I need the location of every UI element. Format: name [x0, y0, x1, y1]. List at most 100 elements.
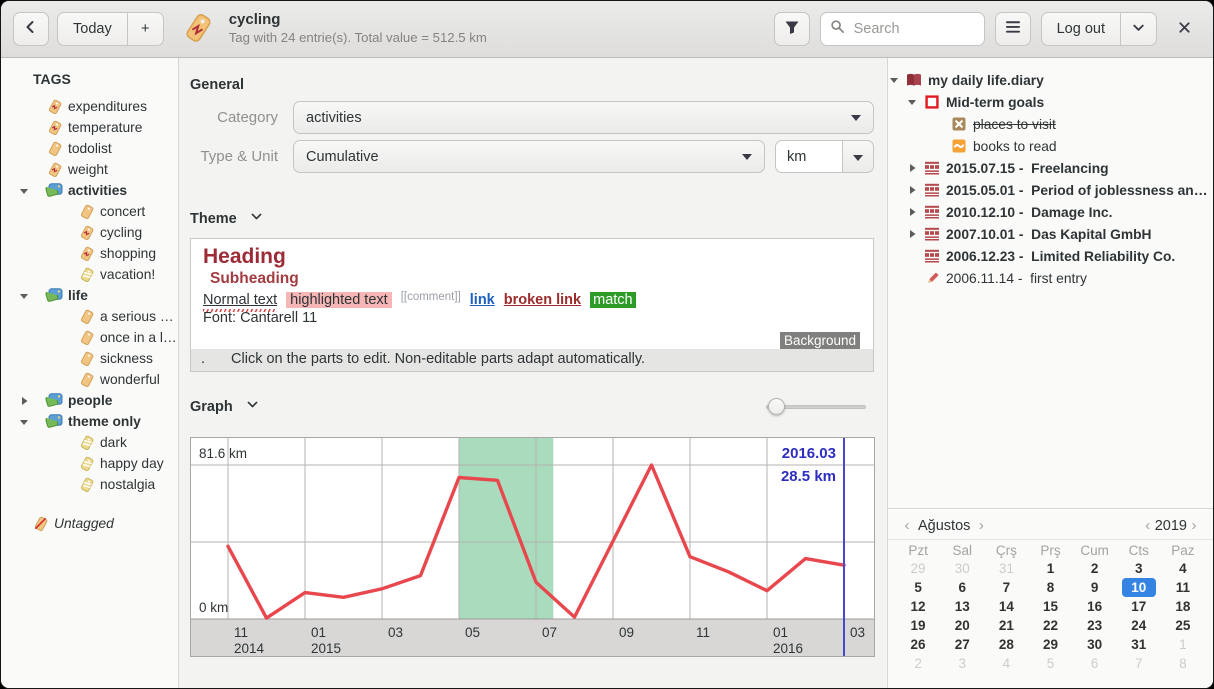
calendar-day-1[interactable]: 1 — [1028, 559, 1072, 578]
sidebar-item-expenditures[interactable]: expenditures — [1, 96, 178, 117]
expander-closed-icon[interactable] — [907, 229, 917, 239]
calendar-day-4[interactable]: 4 — [1161, 559, 1205, 578]
calendar-day-22[interactable]: 22 — [1028, 616, 1072, 635]
tree-item-places-to-visit[interactable]: places to visit — [888, 113, 1213, 135]
prev-year-button[interactable]: ‹ — [1141, 517, 1155, 534]
expander-closed-icon[interactable] — [907, 207, 917, 217]
expander-open-icon[interactable] — [19, 186, 29, 196]
preview-background-chip[interactable]: Background — [780, 332, 860, 349]
sidebar-item-cycling[interactable]: cycling — [1, 222, 178, 243]
logout-menu-button[interactable] — [1121, 12, 1157, 46]
calendar-day-26[interactable]: 26 — [896, 635, 940, 654]
calendar-day-15[interactable]: 15 — [1028, 597, 1072, 616]
sidebar-item-weight[interactable]: weight — [1, 159, 178, 180]
sidebar-item-temperature[interactable]: temperature — [1, 117, 178, 138]
calendar-day-5-muted[interactable]: 5 — [1028, 654, 1072, 673]
expander-closed-icon[interactable] — [907, 163, 917, 173]
tree-item-mid-term-goals[interactable]: Mid-term goals — [888, 91, 1213, 113]
sidebar-item-vacation[interactable]: vacation! — [1, 264, 178, 285]
sidebar-item-untagged[interactable]: Untagged — [1, 513, 178, 534]
tree-item-2010-12-10-damage-inc[interactable]: 2010.12.10 - Damage Inc. — [888, 201, 1213, 223]
theme-preview[interactable]: Heading Subheading Normal text highlight… — [190, 238, 874, 372]
sidebar-item-dark[interactable]: dark — [1, 432, 178, 453]
calendar-day-12[interactable]: 12 — [896, 597, 940, 616]
tree-item-2015-05-01-period-of-joblessness-and-joy[interactable]: 2015.05.01 - Period of joblessness and j… — [888, 179, 1213, 201]
calendar-day-25[interactable]: 25 — [1161, 616, 1205, 635]
preview-highlighted-text[interactable]: highlighted text — [286, 292, 392, 308]
calendar-day-16[interactable]: 16 — [1073, 597, 1117, 616]
menu-button[interactable] — [995, 12, 1031, 46]
next-year-button[interactable]: › — [1187, 517, 1201, 534]
filter-button[interactable] — [774, 12, 810, 46]
unit-dropdown-button[interactable] — [843, 140, 874, 173]
calendar-day-5[interactable]: 5 — [896, 578, 940, 597]
sidebar-item-activities[interactable]: activities — [1, 180, 178, 201]
expander-closed-icon[interactable] — [907, 185, 917, 195]
calendar-day-31[interactable]: 31 — [1117, 635, 1161, 654]
sidebar-item-a-serious-acco[interactable]: a serious acco… — [1, 306, 178, 327]
calendar-day-8[interactable]: 8 — [1028, 578, 1072, 597]
tree-item-2006-11-14-first-entry[interactable]: 2006.11.14 - first entry — [888, 267, 1213, 289]
logout-button[interactable]: Log out — [1041, 12, 1121, 46]
preview-comment[interactable]: [[comment]] — [401, 291, 461, 303]
sidebar-item-shopping[interactable]: shopping — [1, 243, 178, 264]
new-entry-button[interactable]: + — [128, 12, 164, 46]
calendar-day-6-muted[interactable]: 6 — [1073, 654, 1117, 673]
calendar-day-29-muted[interactable]: 29 — [896, 559, 940, 578]
expander-open-icon[interactable] — [19, 417, 29, 427]
sidebar-item-once-in-a-lifeti[interactable]: once in a lifeti… — [1, 327, 178, 348]
graph-zoom-slider[interactable] — [766, 398, 866, 415]
sidebar-item-happy-day[interactable]: happy day — [1, 453, 178, 474]
calendar-day-21[interactable]: 21 — [984, 616, 1028, 635]
expander-open-icon[interactable] — [907, 97, 917, 107]
calendar-day-17[interactable]: 17 — [1117, 597, 1161, 616]
calendar-day-3-muted[interactable]: 3 — [940, 654, 984, 673]
close-window-button[interactable] — [1167, 12, 1201, 46]
tree-item-books-to-read[interactable]: books to read — [888, 135, 1213, 157]
calendar-day-1-muted[interactable]: 1 — [1161, 635, 1205, 654]
calendar-day-24[interactable]: 24 — [1117, 616, 1161, 635]
preview-normal-text[interactable]: Normal text — [203, 292, 277, 308]
expander-open-icon[interactable] — [889, 75, 899, 85]
sidebar-item-concert[interactable]: concert — [1, 201, 178, 222]
calendar-day-23[interactable]: 23 — [1073, 616, 1117, 635]
chevron-down-icon[interactable] — [250, 210, 263, 227]
graph-section-title-wrap[interactable]: Graph — [190, 398, 259, 415]
calendar-day-10[interactable]: 10 — [1122, 578, 1156, 597]
sidebar-item-wonderful[interactable]: wonderful — [1, 369, 178, 390]
tree-item-my-daily-life-diary[interactable]: my daily life.diary — [888, 69, 1213, 91]
calendar-day-29[interactable]: 29 — [1028, 635, 1072, 654]
sidebar-item-todolist[interactable]: todolist — [1, 138, 178, 159]
category-select[interactable]: activities — [293, 101, 874, 134]
tree-item-2006-12-23-limited-reliability-co[interactable]: 2006.12.23 - Limited Reliability Co. — [888, 245, 1213, 267]
preview-font-line[interactable]: Font: Cantarell 11 — [203, 310, 861, 326]
calendar-day-31-muted[interactable]: 31 — [984, 559, 1028, 578]
back-button[interactable] — [13, 12, 49, 46]
tree-item-2015-07-15-freelancing[interactable]: 2015.07.15 - Freelancing — [888, 157, 1213, 179]
calendar-day-20[interactable]: 20 — [940, 616, 984, 635]
calendar-day-11[interactable]: 11 — [1161, 578, 1205, 597]
calendar-day-7[interactable]: 7 — [984, 578, 1028, 597]
sidebar-item-people[interactable]: people — [1, 390, 178, 411]
entry-values-chart[interactable]: 2016.0328.5 km0 km81.6 km112014012015030… — [190, 437, 874, 657]
calendar-day-27[interactable]: 27 — [940, 635, 984, 654]
preview-subheading[interactable]: Subheading — [210, 270, 861, 289]
calendar-day-6[interactable]: 6 — [940, 578, 984, 597]
calendar-day-2[interactable]: 2 — [1073, 559, 1117, 578]
preview-match[interactable]: match — [590, 292, 636, 308]
unit-entry[interactable]: km — [775, 140, 843, 173]
calendar-day-30[interactable]: 30 — [1073, 635, 1117, 654]
slider-handle[interactable] — [768, 398, 785, 415]
search-input[interactable] — [852, 20, 975, 38]
calendar-day-28[interactable]: 28 — [984, 635, 1028, 654]
sidebar-item-life[interactable]: life — [1, 285, 178, 306]
preview-broken-link[interactable]: broken link — [504, 292, 581, 308]
calendar-day-4-muted[interactable]: 4 — [984, 654, 1028, 673]
expander-closed-icon[interactable] — [19, 396, 29, 406]
calendar-day-9[interactable]: 9 — [1073, 578, 1117, 597]
prev-month-button[interactable]: ‹ — [900, 517, 914, 534]
calendar-day-2-muted[interactable]: 2 — [896, 654, 940, 673]
sidebar-item-theme-only[interactable]: theme only — [1, 411, 178, 432]
type-select[interactable]: Cumulative — [293, 140, 765, 173]
next-month-button[interactable]: › — [974, 517, 988, 534]
